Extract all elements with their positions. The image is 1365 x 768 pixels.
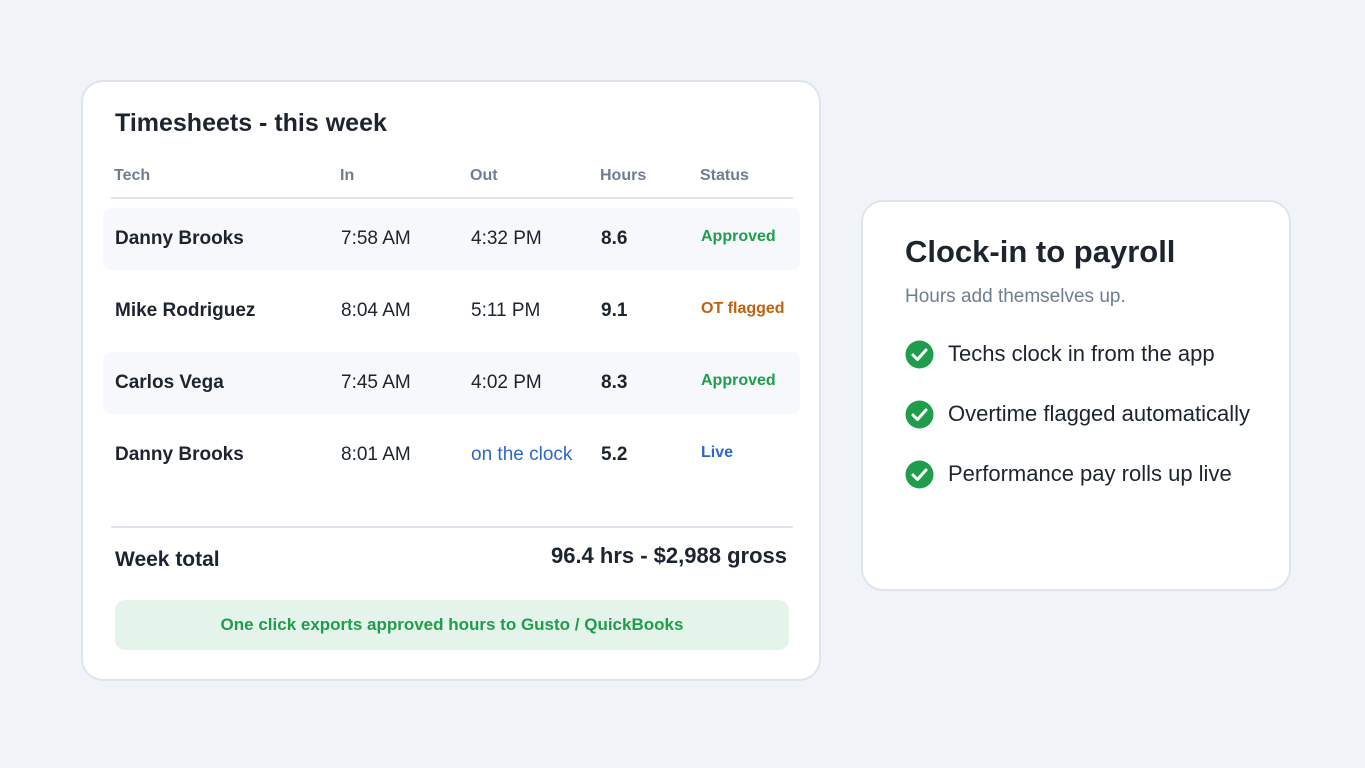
on-the-clock-status: on the clock [471,444,573,465]
check-circle-icon [905,400,934,428]
clock-out-time: 4:32 PM [471,228,542,249]
clock-out-time: 4:02 PM [471,372,542,393]
tech-name: Carlos Vega [115,372,224,393]
feature-item: Techs clock in from the app [905,339,1215,369]
table-row[interactable]: Danny Brooks 7:58 AM 4:32 PM 8.6 Approve… [103,208,800,270]
clock-in-time: 8:04 AM [341,300,411,321]
clock-in-time: 7:45 AM [341,372,411,393]
column-header-tech[interactable]: Tech [114,167,150,185]
tech-name: Danny Brooks [115,444,244,465]
status-badge: OT flagged [701,300,785,317]
week-total-label: Week total [115,548,220,571]
footer-divider [111,526,793,528]
table-row[interactable]: Carlos Vega 7:45 AM 4:02 PM 8.3 Approved [103,352,800,414]
feature-card: Clock-in to payroll Hours add themselves… [861,200,1291,591]
check-circle-icon [905,340,934,368]
hours-value: 5.2 [601,444,628,465]
hours-value: 8.3 [601,372,628,393]
feature-text: Performance pay rolls up live [948,461,1232,486]
column-header-status[interactable]: Status [700,167,749,185]
week-total-value: 96.4 hrs - $2,988 gross [550,543,787,568]
feature-text: Techs clock in from the app [948,341,1215,366]
table-row[interactable]: Mike Rodriguez 8:04 AM 5:11 PM 9.1 OT fl… [103,280,800,342]
column-header-in[interactable]: In [340,167,354,185]
hours-value: 9.1 [601,300,628,321]
export-banner[interactable]: One click exports approved hours to Gust… [115,600,789,650]
status-badge: Live [701,444,734,461]
status-badge: Approved [701,228,776,245]
hours-value: 8.6 [601,228,628,249]
table-row[interactable]: Danny Brooks 8:01 AM on the clock 5.2 Li… [103,424,800,486]
clock-in-time: 7:58 AM [341,228,411,249]
timesheets-card: Timesheets - this week Tech In Out Hours… [81,80,821,681]
check-circle-icon [905,460,934,488]
timesheets-title: Timesheets - this week [115,109,387,137]
column-header-hours[interactable]: Hours [600,167,646,185]
column-header-out[interactable]: Out [470,167,498,185]
feature-item: Performance pay rolls up live [905,459,1232,489]
feature-text: Overtime flagged automatically [948,401,1251,426]
header-divider [111,197,793,199]
feature-item: Overtime flagged automatically [905,399,1250,429]
feature-subtitle: Hours add themselves up. [905,286,1126,307]
clock-in-time: 8:01 AM [341,444,411,465]
clock-out-time: 5:11 PM [471,300,541,321]
status-badge: Approved [701,372,776,389]
tech-name: Danny Brooks [115,228,244,249]
tech-name: Mike Rodriguez [115,300,256,321]
feature-title: Clock-in to payroll [905,234,1176,269]
